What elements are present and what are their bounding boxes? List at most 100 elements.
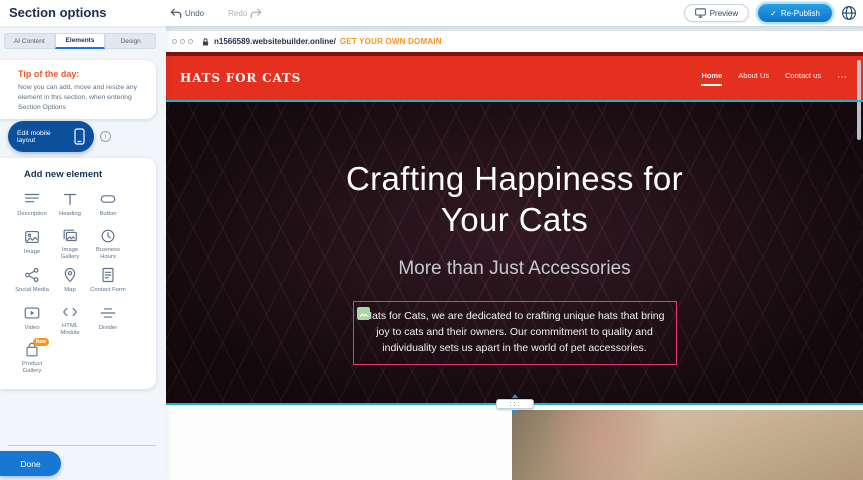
sidebar-tabs: AI Content Elements Design	[4, 33, 156, 49]
element-item-divider[interactable]: Divider	[89, 299, 127, 337]
element-item-label: Heading	[59, 211, 81, 218]
nav-item-contact-us[interactable]: Contact us	[785, 71, 821, 86]
html-module-icon	[61, 303, 79, 321]
preview-button[interactable]: Preview	[684, 4, 749, 22]
undo-button[interactable]: Undo	[170, 8, 204, 19]
element-item-label: Social Media	[15, 287, 49, 294]
done-button[interactable]: Done	[0, 451, 61, 476]
redo-button[interactable]: Redo	[228, 8, 262, 19]
element-item-contact-form[interactable]: Contact Form	[89, 261, 127, 299]
element-grid: Description Heading Button	[13, 185, 156, 375]
site-logo[interactable]: HATS FOR CATS	[180, 56, 301, 100]
heading-icon	[61, 189, 79, 209]
undo-label: Undo	[185, 9, 204, 18]
tip-body: Now you can add, move and resize any ele…	[18, 83, 144, 113]
check-icon: ✓	[770, 9, 777, 18]
get-domain-link[interactable]: GET YOUR OWN DOMAIN	[340, 37, 442, 46]
edit-mobile-label: Edit mobile layout	[17, 130, 68, 144]
nav-item-about-us[interactable]: About Us	[738, 71, 769, 86]
page-title: Section options	[9, 0, 107, 26]
hero-paragraph-text: Hats for Cats, we are dedicated to craft…	[364, 310, 664, 354]
business-hours-icon	[99, 227, 117, 245]
hero-heading-line2: Your Cats	[166, 199, 863, 240]
image-placeholder-icon	[357, 307, 370, 320]
main-area: n1566589.websitebuilder.online/ GET YOUR…	[166, 26, 863, 480]
element-item-image[interactable]: Image	[13, 223, 51, 261]
tip-title: Tip of the day:	[18, 69, 144, 79]
preview-label: Preview	[710, 9, 738, 18]
resize-arrow-up-icon	[512, 394, 518, 398]
redo-icon	[250, 8, 262, 19]
lock-icon	[201, 37, 210, 47]
next-section-image[interactable]	[512, 410, 863, 480]
resize-grip	[496, 399, 534, 409]
resize-arrow-down-icon	[512, 410, 518, 414]
history-controls: Undo Redo	[170, 0, 262, 26]
element-item-label: Description	[17, 211, 46, 218]
tab-ai-content[interactable]: AI Content	[4, 33, 55, 49]
social-media-icon	[23, 265, 41, 285]
topbar-actions: Preview ✓ Re-Publish	[684, 0, 857, 26]
element-item-label: Image Gallery	[52, 247, 88, 262]
element-item-label: HTML Module	[52, 323, 88, 338]
grip-dots-icon	[509, 401, 521, 407]
site-preview: HATS FOR CATS Home About Us Contact us ⋯…	[166, 52, 863, 480]
republish-button[interactable]: ✓ Re-Publish	[758, 4, 832, 22]
phone-icon	[74, 128, 85, 145]
element-item-business-hours[interactable]: Business Hours	[89, 223, 127, 261]
element-item-html-module[interactable]: HTML Module	[51, 299, 89, 337]
add-element-title: Add new element	[0, 160, 156, 185]
element-item-social-media[interactable]: Social Media	[13, 261, 51, 299]
hero-section: Crafting Happiness for Your Cats More th…	[166, 100, 863, 405]
redo-label: Redo	[228, 9, 247, 18]
element-item-video[interactable]: Video	[13, 299, 51, 337]
hero-subheading[interactable]: More than Just Accessories	[166, 258, 863, 280]
divider-icon	[99, 303, 117, 323]
tab-design[interactable]: Design	[105, 33, 156, 49]
nav-item-home[interactable]: Home	[701, 71, 722, 86]
contact-form-icon	[99, 265, 117, 285]
image-gallery-icon	[61, 227, 79, 245]
button-icon	[99, 189, 117, 209]
site-url[interactable]: n1566589.websitebuilder.online/	[214, 37, 336, 46]
new-badge: New	[33, 338, 49, 346]
sidebar: AI Content Elements Design Tip of the da…	[0, 26, 166, 480]
monitor-icon	[695, 8, 706, 18]
video-icon	[23, 303, 41, 323]
element-item-product-gallery[interactable]: New Product Gallery	[13, 337, 51, 375]
info-icon[interactable]: i	[100, 131, 111, 142]
element-item-image-gallery[interactable]: Image Gallery	[51, 223, 89, 261]
description-icon	[23, 189, 41, 209]
element-item-description[interactable]: Description	[13, 185, 51, 223]
topbar: Section options Undo Redo Prev	[0, 0, 863, 26]
element-item-label: Product Gallery	[14, 361, 50, 376]
element-item-label: Video	[25, 325, 40, 332]
map-icon	[61, 265, 79, 285]
tab-elements[interactable]: Elements	[55, 33, 106, 49]
site-nav: Home About Us Contact us ⋯	[701, 56, 847, 100]
element-item-label: Image	[24, 249, 40, 256]
section-resize-handle[interactable]	[496, 394, 534, 414]
app-root: Section options Undo Redo Prev	[0, 0, 863, 480]
hero-paragraph-box[interactable]: Hats for Cats, we are dedicated to craft…	[353, 301, 677, 365]
add-element-panel: Add new element Description Heading	[0, 158, 156, 389]
element-item-heading[interactable]: Heading	[51, 185, 89, 223]
element-item-button[interactable]: Button	[89, 185, 127, 223]
hero-heading-line1: Crafting Happiness for	[166, 158, 863, 199]
sidebar-divider	[8, 445, 156, 446]
element-item-label: Button	[99, 211, 116, 218]
browser-bar: n1566589.websitebuilder.online/ GET YOUR…	[166, 31, 863, 52]
globe-icon[interactable]	[841, 5, 857, 21]
edit-mobile-layout-button[interactable]: Edit mobile layout	[8, 121, 94, 152]
image-icon	[23, 227, 41, 247]
nav-overflow-icon[interactable]: ⋯	[837, 72, 847, 85]
element-item-label: Business Hours	[90, 247, 126, 262]
element-item-label: Divider	[99, 325, 117, 332]
tip-card: Tip of the day: Now you can add, move an…	[0, 60, 156, 119]
republish-label: Re-Publish	[781, 9, 820, 18]
browser-dots-icon	[172, 39, 193, 44]
element-item-map[interactable]: Map	[51, 261, 89, 299]
hero-heading[interactable]: Crafting Happiness for Your Cats	[166, 158, 863, 240]
site-header: HATS FOR CATS Home About Us Contact us ⋯	[166, 56, 863, 100]
undo-icon	[170, 8, 182, 19]
